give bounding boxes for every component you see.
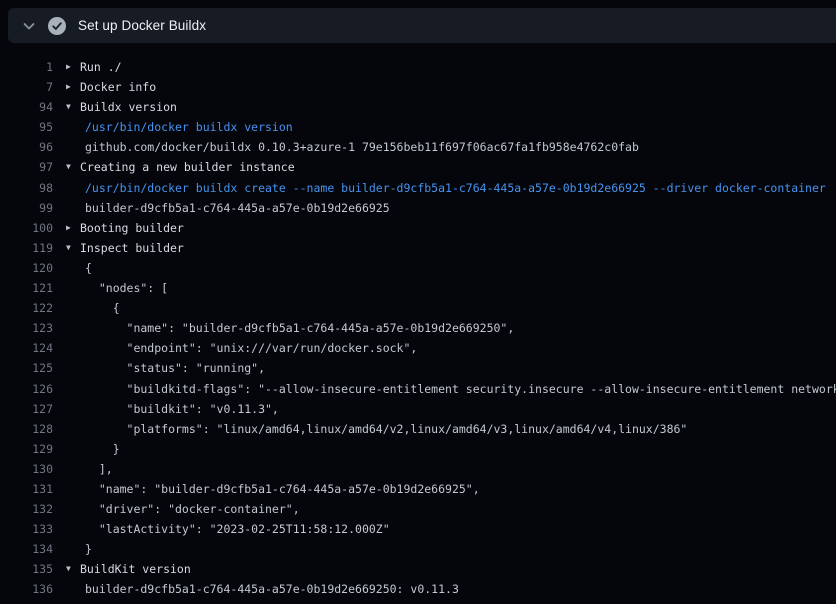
log-line: 98/usr/bin/docker buildx create --name b… <box>0 178 836 198</box>
line-number[interactable]: 133 <box>0 519 53 539</box>
log-line: 126 "buildkitd-flags": "--allow-insecure… <box>0 379 836 399</box>
output-text: } <box>85 439 120 459</box>
line-number[interactable]: 134 <box>0 539 53 559</box>
line-number[interactable]: 99 <box>0 198 53 218</box>
log-line: 99 builder-d9cfb5a1-c764-445a-a57e-0b19d2… <box>0 198 836 218</box>
output-text: "platforms": "linux/amd64,linux/amd64/v2… <box>85 419 687 439</box>
log-line: 136 builder-d9cfb5a1-c764-445a-a57e-0b19d… <box>0 579 836 599</box>
disclosure-expanded-icon[interactable]: ▼ <box>66 157 80 177</box>
line-number[interactable]: 131 <box>0 479 53 499</box>
log-group-header[interactable]: 97 ▼Creating a new builder instance <box>0 157 836 177</box>
log-group-header[interactable]: 135 ▼BuildKit version <box>0 559 836 579</box>
disclosure-expanded-icon[interactable]: ▼ <box>66 97 80 117</box>
group-label: BuildKit version <box>80 559 191 579</box>
line-number[interactable]: 124 <box>0 338 53 358</box>
disclosure-collapsed-icon[interactable]: ▶ <box>66 218 80 238</box>
log-line: 96 github.com/docker/buildx 0.10.3+azure-… <box>0 137 836 157</box>
disclosure-expanded-icon[interactable]: ▼ <box>66 559 80 579</box>
log-group-header[interactable]: 94 ▼Buildx version <box>0 97 836 117</box>
output-text: { <box>85 298 120 318</box>
output-text: "nodes": [ <box>85 278 168 298</box>
line-number[interactable]: 98 <box>0 178 53 198</box>
line-number[interactable]: 100 <box>0 218 53 238</box>
log-group-header[interactable]: 7 ▶Docker info <box>0 77 836 97</box>
log-line: 131 "name": "builder-d9cfb5a1-c764-445a-… <box>0 479 836 499</box>
line-number[interactable]: 119 <box>0 238 53 258</box>
log-line: 128 "platforms": "linux/amd64,linux/amd6… <box>0 419 836 439</box>
output-text: "endpoint": "unix:///var/run/docker.sock… <box>85 338 417 358</box>
line-number[interactable]: 132 <box>0 499 53 519</box>
line-number[interactable]: 120 <box>0 258 53 278</box>
line-number[interactable]: 129 <box>0 439 53 459</box>
line-number[interactable]: 94 <box>0 97 53 117</box>
log-line: 132 "driver": "docker-container", <box>0 499 836 519</box>
line-number[interactable]: 127 <box>0 399 53 419</box>
line-number[interactable]: 7 <box>0 77 53 97</box>
log-lines: 1▶Run ./7▶Docker info94▼Buildx version95… <box>0 57 836 604</box>
line-number[interactable]: 135 <box>0 559 53 579</box>
log-group-header[interactable]: 1 ▶Run ./ <box>0 57 836 77</box>
output-text: "name": "builder-d9cfb5a1-c764-445a-a57e… <box>85 318 514 338</box>
log-line: 130 ], <box>0 459 836 479</box>
output-text: "status": "running", <box>85 358 265 378</box>
line-number[interactable]: 125 <box>0 358 53 378</box>
log-line: 125 "status": "running", <box>0 358 836 378</box>
output-text: builder-d9cfb5a1-c764-445a-a57e-0b19d2e6… <box>85 198 390 218</box>
output-text: builder-d9cfb5a1-c764-445a-a57e-0b19d2e6… <box>85 579 459 599</box>
group-label: Run ./ <box>80 57 122 77</box>
group-label: Inspect builder <box>80 238 184 258</box>
line-number[interactable]: 1 <box>0 57 53 77</box>
command-text: /usr/bin/docker buildx version <box>85 117 293 137</box>
command-text: /usr/bin/docker buildx create --name bui… <box>85 178 826 198</box>
group-label: Booting builder <box>80 218 184 238</box>
log-line: 122 { <box>0 298 836 318</box>
log-line: 129 } <box>0 439 836 459</box>
group-label: Docker info <box>80 77 156 97</box>
log-line: 95/usr/bin/docker buildx version <box>0 117 836 137</box>
line-number[interactable]: 121 <box>0 278 53 298</box>
line-number[interactable]: 123 <box>0 318 53 338</box>
line-number[interactable]: 95 <box>0 117 53 137</box>
output-text: "lastActivity": "2023-02-25T11:58:12.000… <box>85 519 390 539</box>
output-text: } <box>85 539 92 559</box>
output-text: "buildkitd-flags": "--allow-insecure-ent… <box>85 379 836 399</box>
output-text: github.com/docker/buildx 0.10.3+azure-1 … <box>85 137 639 157</box>
log-line: 133 "lastActivity": "2023-02-25T11:58:12… <box>0 519 836 539</box>
log-line: 123 "name": "builder-d9cfb5a1-c764-445a-… <box>0 318 836 338</box>
line-number[interactable]: 96 <box>0 137 53 157</box>
line-number[interactable]: 136 <box>0 579 53 599</box>
line-number[interactable]: 122 <box>0 298 53 318</box>
line-number[interactable]: 130 <box>0 459 53 479</box>
check-circle-icon <box>48 17 66 35</box>
group-label: Buildx version <box>80 97 177 117</box>
output-text: ], <box>85 459 113 479</box>
log-group-header[interactable]: 119 ▼Inspect builder <box>0 238 836 258</box>
step-title: Set up Docker Buildx <box>78 18 206 33</box>
disclosure-expanded-icon[interactable]: ▼ <box>66 238 80 258</box>
log-line: 120 { <box>0 258 836 278</box>
log-group-header[interactable]: 100 ▶Booting builder <box>0 218 836 238</box>
line-number[interactable]: 128 <box>0 419 53 439</box>
step-header[interactable]: Set up Docker Buildx <box>8 8 836 43</box>
output-text: "driver": "docker-container", <box>85 499 300 519</box>
chevron-down-icon[interactable] <box>21 18 37 34</box>
log-line: 124 "endpoint": "unix:///var/run/docker.… <box>0 338 836 358</box>
line-number[interactable]: 126 <box>0 379 53 399</box>
group-label: Creating a new builder instance <box>80 157 295 177</box>
output-text: "name": "builder-d9cfb5a1-c764-445a-a57e… <box>85 479 480 499</box>
log-line: 134} <box>0 539 836 559</box>
output-text: "buildkit": "v0.11.3", <box>85 399 279 419</box>
log-line: 121 "nodes": [ <box>0 278 836 298</box>
disclosure-collapsed-icon[interactable]: ▶ <box>66 77 80 97</box>
disclosure-collapsed-icon[interactable]: ▶ <box>66 57 80 77</box>
log-line: 127 "buildkit": "v0.11.3", <box>0 399 836 419</box>
line-number[interactable]: 97 <box>0 157 53 177</box>
output-text: { <box>85 258 92 278</box>
